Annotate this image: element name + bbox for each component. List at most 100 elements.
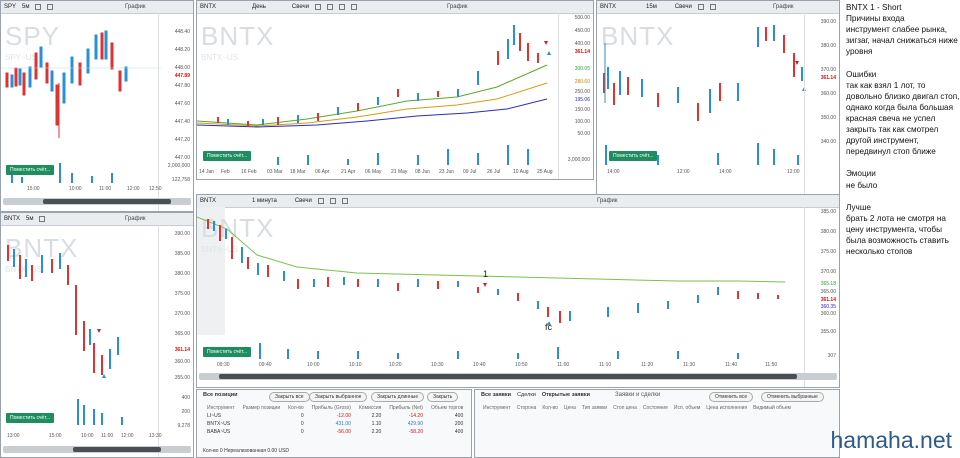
positions-tabs: Все позиции — [203, 392, 238, 398]
indicator-icon[interactable] — [47, 4, 54, 10]
ma-label-blue: 195.06 — [574, 97, 590, 103]
bntx-15m-chart-panel[interactable]: BNTX 15м Свечи График BNTX 390.00 380.00… — [596, 0, 840, 212]
tab-open-orders[interactable]: Открытые заявки — [542, 392, 590, 398]
time-scrollbar[interactable] — [3, 446, 191, 453]
place-order-button[interactable]: Поместить счёт... — [6, 413, 55, 423]
cancel-all-button[interactable]: Отменить все — [709, 392, 754, 402]
symbol-label[interactable]: BNTX — [4, 216, 20, 222]
y-tick: 447.00 — [174, 155, 190, 161]
x-tick: 12:50 — [149, 186, 162, 192]
chart-type-selector[interactable]: Свечи — [675, 4, 692, 10]
m15-price-plot[interactable] — [597, 13, 807, 143]
time-scrollbar[interactable] — [3, 198, 191, 205]
bntx-1m-chart-panel[interactable]: BNTX 1 минута Свечи График BNTX BNTX~US — [196, 194, 840, 388]
x-tick: 12:00 — [787, 169, 800, 175]
col-header[interactable]: Видимый объем — [753, 405, 791, 411]
x-tick: 15:00 — [27, 186, 40, 192]
indicator-icon[interactable] — [329, 198, 336, 204]
y-tick: 385.00 — [174, 251, 190, 257]
settings-icon[interactable] — [314, 4, 321, 10]
symbol-label[interactable]: SPY — [4, 4, 16, 10]
interval-selector[interactable]: 5м — [22, 4, 29, 10]
place-order-button[interactable]: Поместить счёт... — [203, 347, 252, 357]
x-tick: 12:00 — [121, 433, 134, 439]
col-header[interactable]: Объем торгов — [427, 404, 467, 412]
x-tick: 10 Aug — [513, 169, 529, 175]
spy-price-plot[interactable] — [1, 13, 161, 163]
price-axis[interactable]: 390.00 385.00 380.00 375.00 370.00 365.0… — [158, 225, 193, 457]
y-tick: 100.00 — [574, 119, 590, 125]
settings-icon[interactable] — [317, 198, 324, 204]
price-axis[interactable]: 385.00 380.00 375.00 370.00 365.18 365.0… — [804, 207, 839, 387]
daily-price-plot[interactable] — [197, 13, 561, 133]
col-header[interactable]: Цена — [564, 405, 576, 411]
close-selected-button[interactable]: Закрыть выбранное — [309, 392, 368, 402]
settings-icon[interactable] — [39, 216, 46, 222]
col-header[interactable]: Состояние — [643, 405, 668, 411]
col-header[interactable]: Кол-во — [284, 404, 308, 412]
col-header[interactable]: Прибыль (Net) — [385, 404, 427, 412]
col-header[interactable]: Стоп цена — [613, 405, 637, 411]
draw-icon[interactable] — [341, 198, 348, 204]
col-header[interactable]: Тип заявки — [582, 405, 607, 411]
col-header[interactable]: Прибыль (Gross) — [308, 404, 355, 412]
draw-icon[interactable] — [709, 4, 716, 10]
close-all-button[interactable]: Закрыть все — [269, 392, 310, 402]
symbol-label[interactable]: BNTX — [200, 198, 216, 204]
settings-icon[interactable] — [697, 4, 704, 10]
m5-price-plot[interactable] — [1, 225, 161, 395]
cell-qty: 0 — [300, 413, 304, 419]
chart-type-selector[interactable]: Свечи — [295, 198, 312, 204]
col-header[interactable]: Инструмент — [203, 404, 239, 412]
tab-trades[interactable]: Сделки — [517, 392, 536, 398]
bntx-5m-chart-panel[interactable]: BNTX 5м График BNTX BNTX~US 390.00 385.0… — [0, 212, 194, 458]
tab-all-positions[interactable]: Все позиции — [203, 392, 238, 398]
y-tick: 370.00 — [174, 311, 190, 317]
settings-icon[interactable] — [35, 4, 42, 10]
time-scrollbar[interactable] — [199, 373, 837, 380]
bntx-daily-chart-panel[interactable]: BNTX День Свечи График BNTX BNTX~US 500.… — [196, 0, 594, 180]
indicator-icon[interactable] — [326, 4, 333, 10]
interval-selector[interactable]: 5м — [26, 216, 33, 222]
price-axis[interactable]: 500.00 450.00 400.00 361.14 300.05 280.6… — [558, 13, 593, 179]
y-tick: 448.40 — [174, 29, 190, 35]
volume-plot — [259, 343, 739, 359]
col-header[interactable]: Размер позиции — [239, 404, 285, 412]
tab-all-orders[interactable]: Все заявки — [481, 392, 511, 398]
close-button[interactable]: Закрыть — [427, 392, 459, 402]
y-tick: 448.00 — [174, 65, 190, 71]
spy-chart-panel[interactable]: SPY 5м График SPY SPY~US 448.40 448.20 4… — [0, 0, 194, 212]
table-row[interactable]: BNTX~US 0 431.00 1.10 429.90 200 — [203, 420, 467, 428]
chart-title: График — [773, 4, 794, 10]
cell-volume: 200 — [454, 421, 464, 427]
x-tick: 16 Feb — [241, 169, 257, 175]
m1-price-plot[interactable] — [197, 207, 807, 337]
price-axis[interactable]: 448.40 448.20 448.00 447.89 447.80 447.6… — [158, 13, 193, 211]
interval-selector[interactable]: 1 минута — [252, 198, 277, 204]
col-header[interactable]: Сторона — [517, 405, 537, 411]
symbol-label[interactable]: BNTX — [600, 4, 616, 10]
orders-panel: Все заявки Сделки Открытые заявки Заявки… — [474, 389, 840, 458]
layout-icon[interactable] — [350, 4, 357, 10]
interval-selector[interactable]: 15м — [646, 4, 657, 10]
col-header[interactable]: Кол-во — [542, 405, 558, 411]
y-tick: 447.80 — [174, 83, 190, 89]
draw-icon[interactable] — [338, 4, 345, 10]
col-header[interactable]: Цена исполнения — [706, 405, 747, 411]
cancel-selected-button[interactable]: Отменить выбранные — [761, 392, 824, 402]
table-row[interactable]: BABA~US 0 -56.00 2.20 -58.20 400 — [203, 428, 467, 436]
close-long-button[interactable]: Закрыть длинные — [371, 392, 425, 402]
col-header[interactable]: Комиссия — [355, 404, 385, 412]
col-header[interactable]: Инструмент — [483, 405, 511, 411]
chart-type-selector[interactable]: Свечи — [292, 4, 309, 10]
col-header[interactable]: Исп. объем — [674, 405, 700, 411]
brand-watermark: hamaha.net — [830, 427, 952, 453]
table-row[interactable]: LI~US 0 -12.00 2.20 -14.20 400 — [203, 412, 467, 420]
cell-qty: 0 — [300, 429, 304, 435]
place-order-button[interactable]: Поместить счёт... — [203, 151, 252, 161]
interval-selector[interactable]: День — [252, 4, 266, 10]
symbol-label[interactable]: BNTX — [200, 4, 216, 10]
x-tick: 12:00 — [127, 186, 140, 192]
price-axis[interactable]: 390.00 380.00 370.00 361.14 360.00 350.0… — [804, 13, 839, 211]
chart-title: График — [125, 4, 146, 10]
